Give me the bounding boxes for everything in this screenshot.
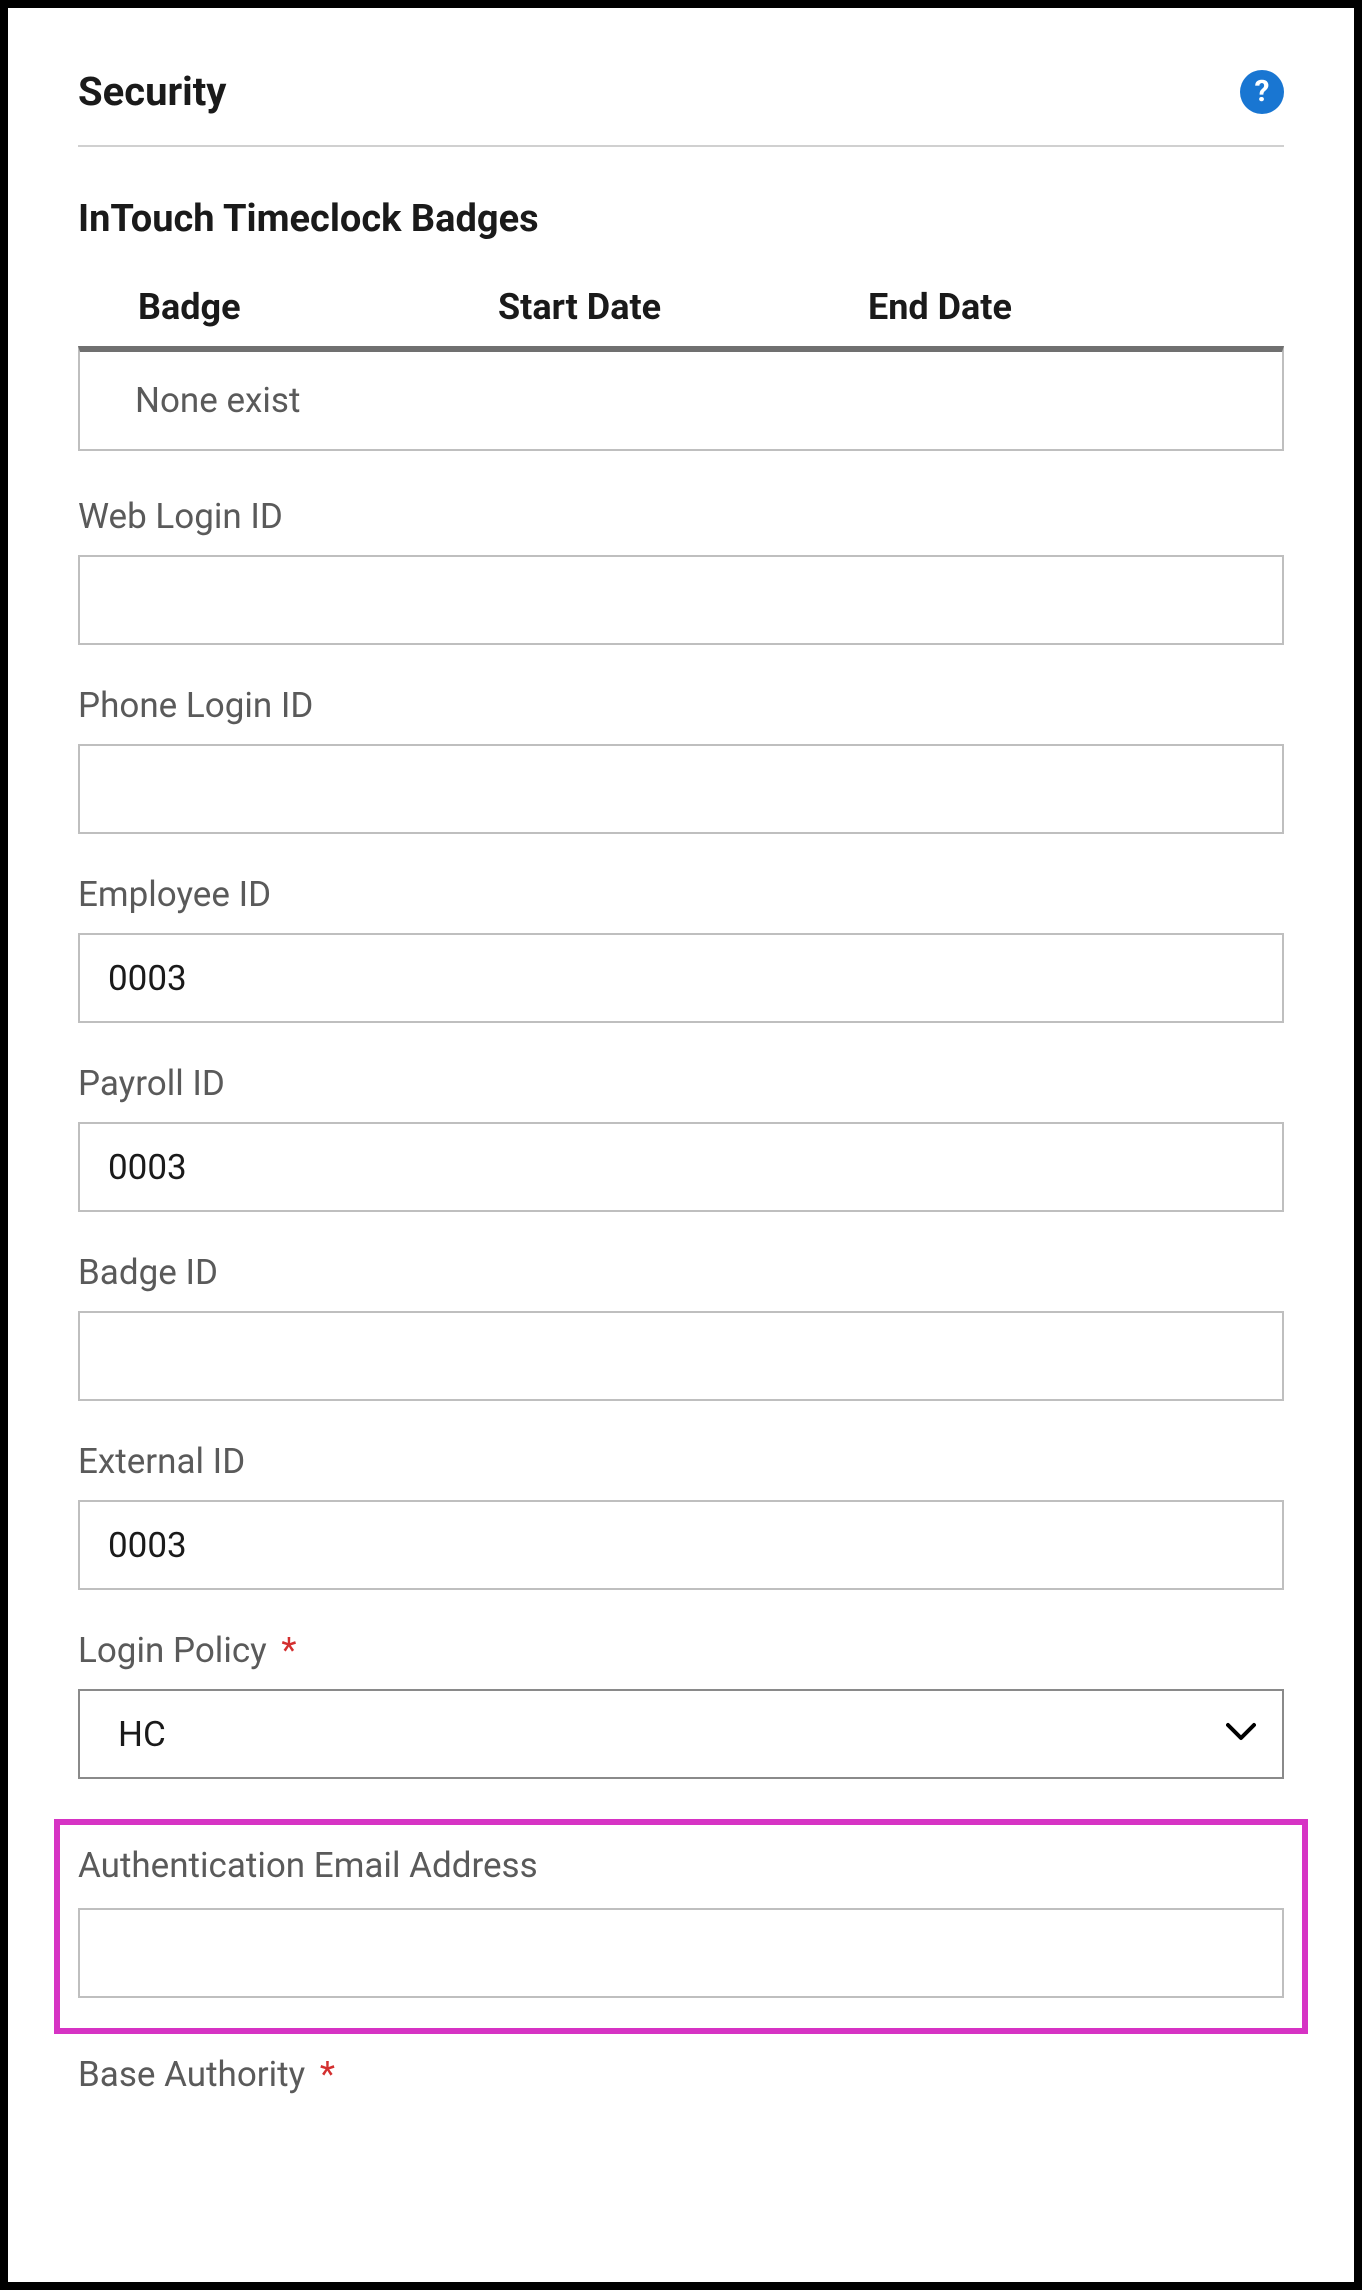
auth-email-input[interactable] [78, 1908, 1284, 1998]
field-payroll-id: Payroll ID [78, 1063, 1284, 1212]
web-login-id-input[interactable] [78, 555, 1284, 645]
login-policy-label-text: Login Policy [78, 1630, 267, 1671]
auth-email-label: Authentication Email Address [78, 1845, 1284, 1886]
phone-login-id-input[interactable] [78, 744, 1284, 834]
required-asterisk: * [320, 2054, 335, 2095]
base-authority-label-text: Base Authority [78, 2054, 305, 2095]
section-title: InTouch Timeclock Badges [78, 197, 1284, 241]
table-empty-text: None exist [135, 380, 1227, 421]
web-login-id-label: Web Login ID [78, 496, 1284, 537]
auth-email-highlight: Authentication Email Address [54, 1819, 1308, 2034]
field-external-id: External ID [78, 1441, 1284, 1590]
badge-id-label: Badge ID [78, 1252, 1284, 1293]
payroll-id-label: Payroll ID [78, 1063, 1284, 1104]
header: Security ? [78, 68, 1284, 115]
field-login-policy: Login Policy * HC [78, 1630, 1284, 1779]
employee-id-input[interactable] [78, 933, 1284, 1023]
payroll-id-input[interactable] [78, 1122, 1284, 1212]
field-web-login-id: Web Login ID [78, 496, 1284, 645]
external-id-input[interactable] [78, 1500, 1284, 1590]
login-policy-select-wrapper: HC [78, 1689, 1284, 1779]
required-asterisk: * [281, 1630, 296, 1671]
external-id-label: External ID [78, 1441, 1284, 1482]
login-policy-label: Login Policy * [78, 1630, 1284, 1671]
field-auth-email: Authentication Email Address [78, 1845, 1284, 1998]
page-title: Security [78, 68, 226, 115]
badge-id-input[interactable] [78, 1311, 1284, 1401]
help-icon[interactable]: ? [1240, 70, 1284, 114]
base-authority-label: Base Authority * [78, 2054, 1284, 2095]
column-start-date: Start Date [498, 286, 868, 328]
field-employee-id: Employee ID [78, 874, 1284, 1023]
employee-id-label: Employee ID [78, 874, 1284, 915]
divider [78, 145, 1284, 147]
field-base-authority: Base Authority * [78, 2054, 1284, 2095]
column-badge: Badge [138, 286, 498, 328]
phone-login-id-label: Phone Login ID [78, 685, 1284, 726]
login-policy-select[interactable]: HC [78, 1689, 1284, 1779]
table-header: Badge Start Date End Date [78, 286, 1284, 328]
column-end-date: End Date [868, 286, 1284, 328]
field-phone-login-id: Phone Login ID [78, 685, 1284, 834]
field-badge-id: Badge ID [78, 1252, 1284, 1401]
table-body: None exist [78, 346, 1284, 451]
